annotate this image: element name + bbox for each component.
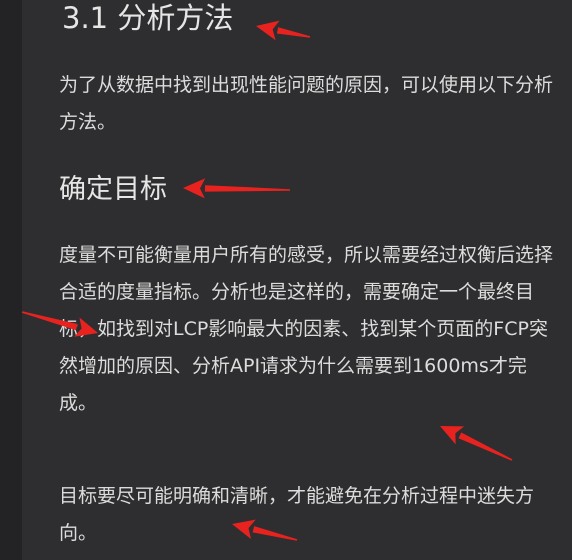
- left-gutter: [0, 0, 22, 560]
- intro-paragraph: 为了从数据中找到出现性能问题的原因，可以使用以下分析方法。: [59, 74, 554, 133]
- document-content: 3.1 分析方法 为了从数据中找到出现性能问题的原因，可以使用以下分析方法。 确…: [22, 0, 572, 560]
- section-title: 3.1 分析方法: [62, 1, 234, 35]
- subheading: 确定目标: [59, 174, 167, 205]
- closing-paragraph: 目标要尽可能明确和清晰，才能避免在分析过程中迷失方向。: [59, 485, 535, 544]
- body-paragraph: 度量不可能衡量用户所有的感受，所以需要经过权衡后选择合适的度量指标。分析也是这样…: [59, 244, 554, 414]
